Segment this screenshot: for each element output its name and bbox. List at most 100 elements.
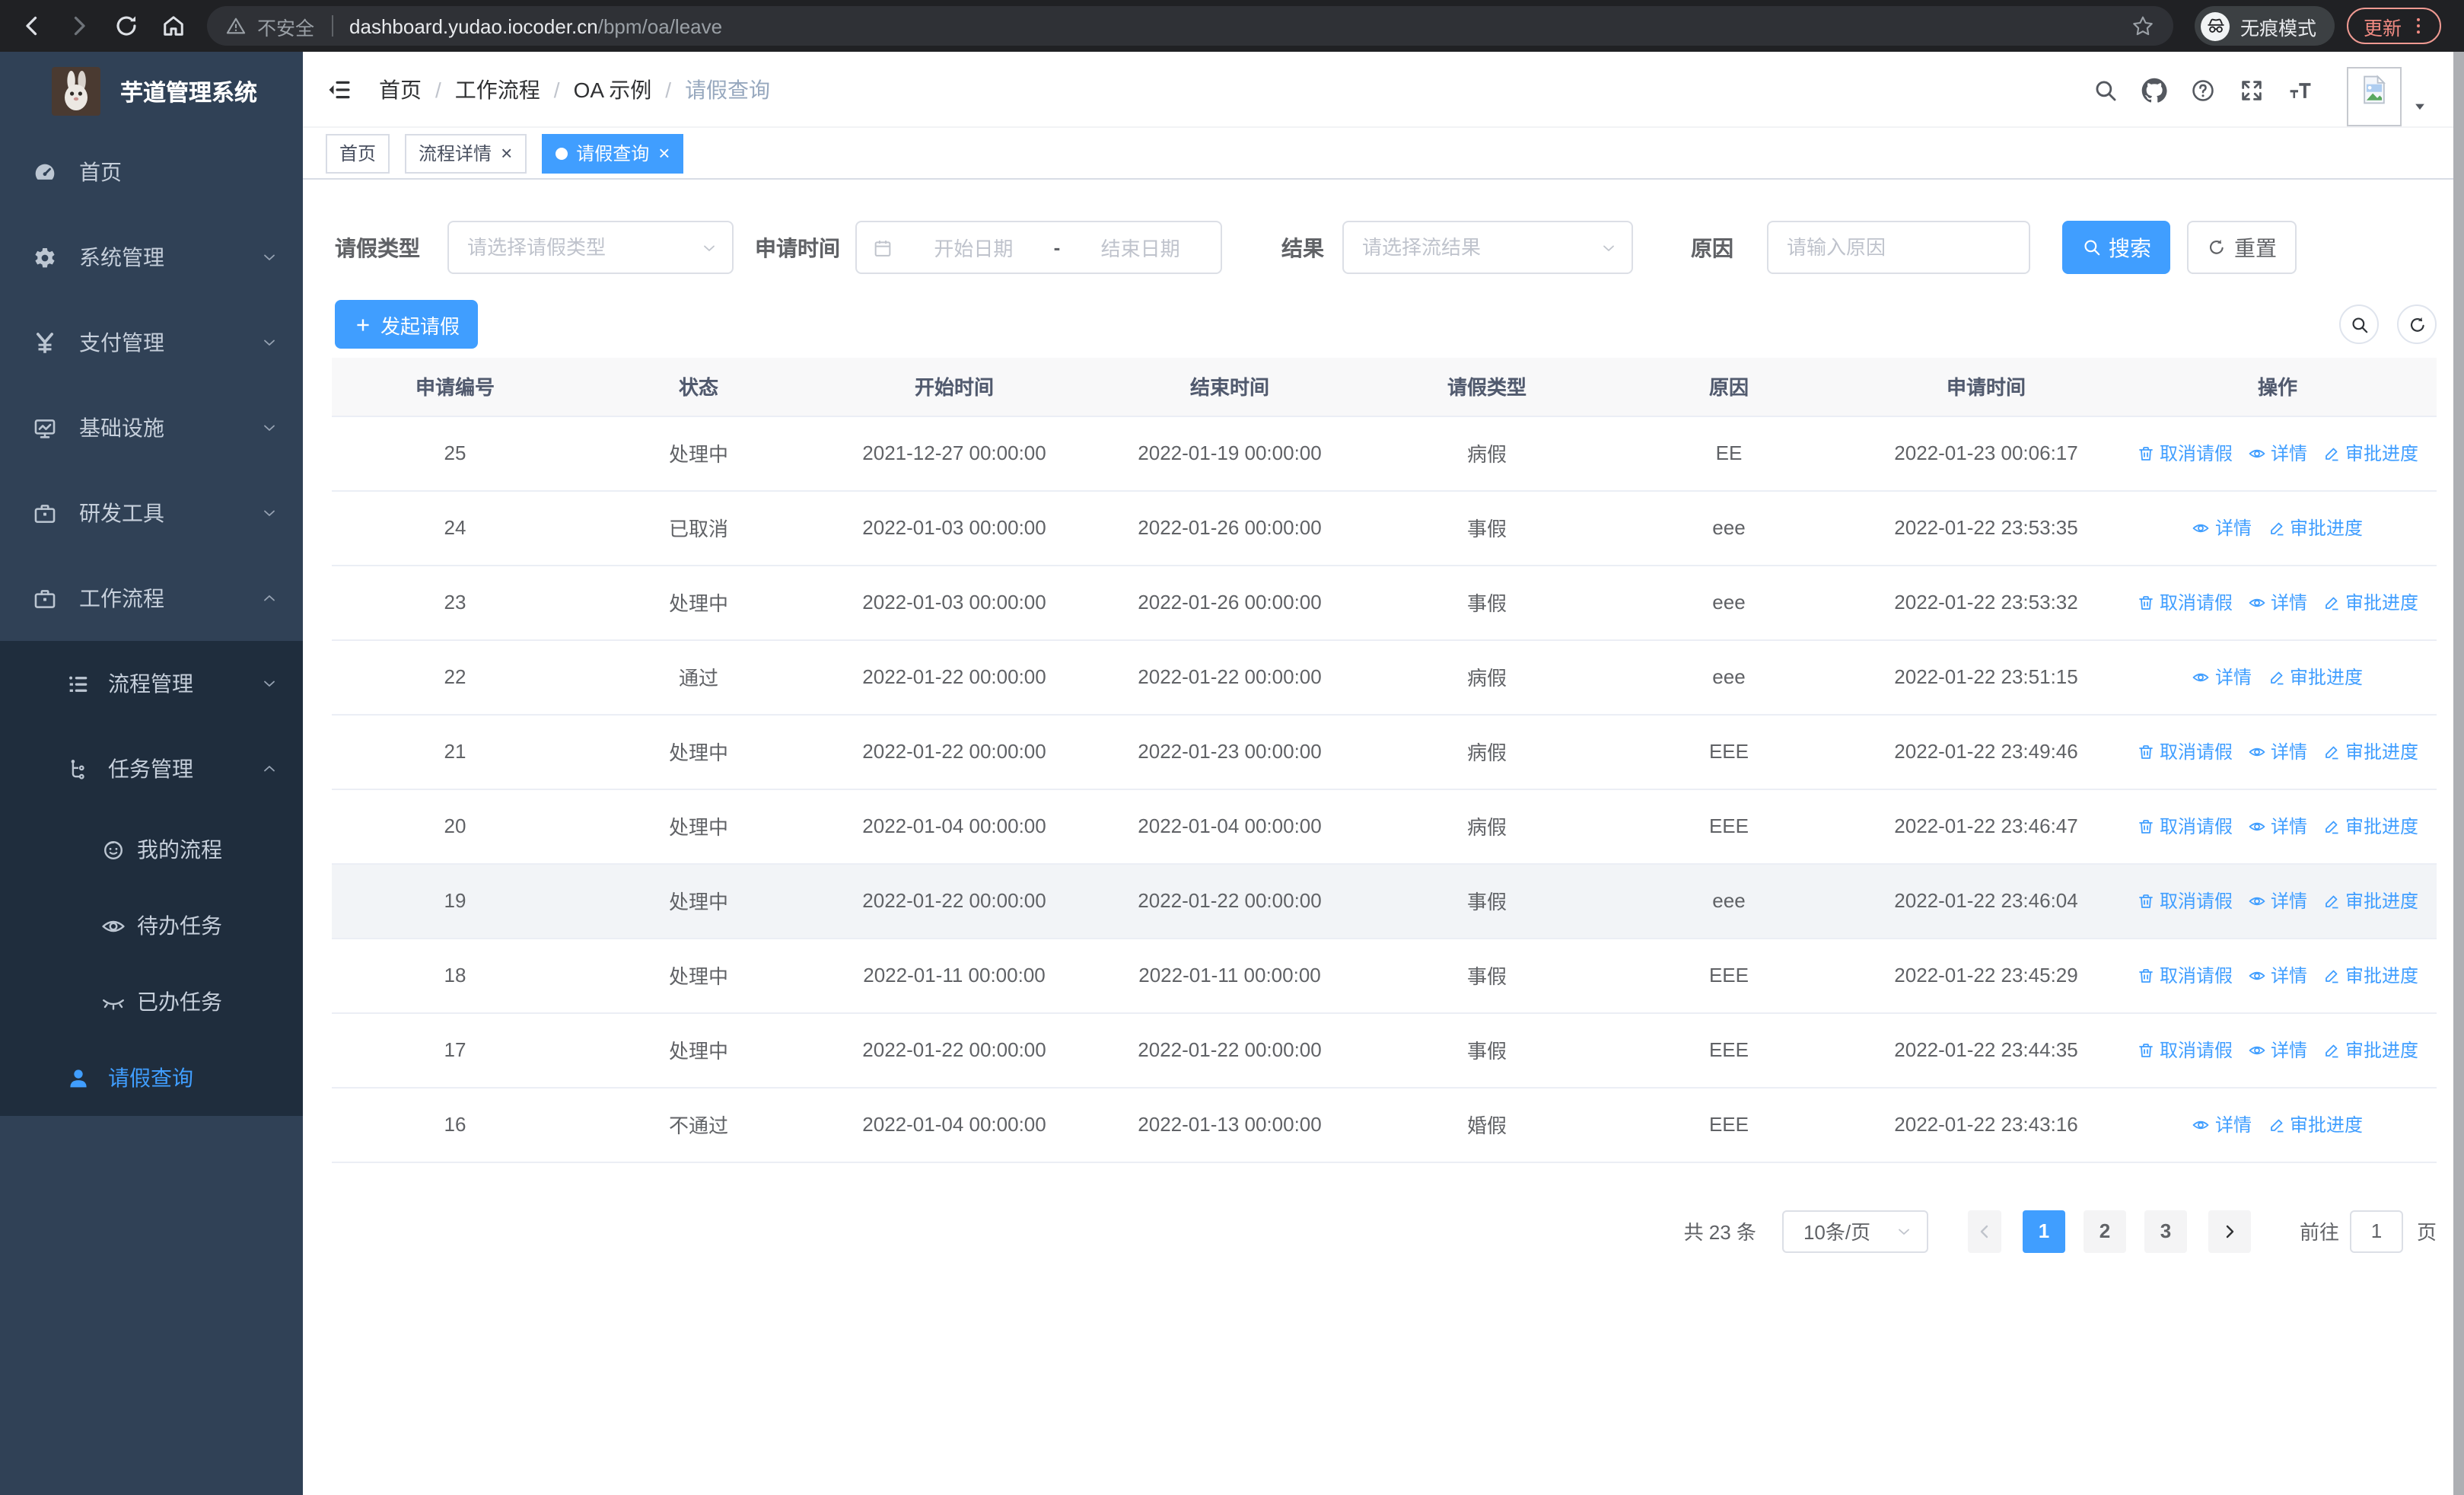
sidebar-item-待办任务[interactable]: 待办任务 <box>0 888 303 964</box>
action-detail-link[interactable]: 详情 <box>2248 738 2307 764</box>
address-bar[interactable]: 不安全 dashboard.yudao.iocoder.cn/bpm/oa/le… <box>207 6 2173 46</box>
action-detail-link[interactable]: 详情 <box>2192 515 2252 540</box>
tab-流程详情[interactable]: 流程详情 × <box>405 133 527 173</box>
close-icon[interactable]: × <box>658 143 670 163</box>
action-detail-link[interactable]: 详情 <box>2248 813 2307 839</box>
prev-page-button[interactable] <box>1967 1210 2001 1252</box>
breadcrumb-item-工作流程[interactable]: 工作流程 <box>455 75 540 105</box>
font-size-icon[interactable] <box>2287 77 2313 103</box>
sidebar-item-基础设施[interactable]: 基础设施 <box>0 385 303 470</box>
action-progress-link[interactable]: 审批进度 <box>2322 813 2418 839</box>
github-icon[interactable] <box>2141 77 2167 103</box>
action-progress-link[interactable]: 审批进度 <box>2322 962 2418 988</box>
fullscreen-icon[interactable] <box>2239 77 2265 103</box>
chevron-down-icon <box>260 504 279 522</box>
bookmark-star-icon[interactable] <box>2131 14 2155 38</box>
toggle-search-button[interactable] <box>2339 304 2379 344</box>
action-cancel-link[interactable]: 取消请假 <box>2137 888 2233 913</box>
task-icon <box>65 756 91 782</box>
sidebar-item-流程管理[interactable]: 流程管理 <box>0 641 303 726</box>
reset-button[interactable]: 重置 <box>2187 221 2297 274</box>
search-icon[interactable] <box>2093 77 2119 103</box>
user-avatar[interactable] <box>2347 66 2402 126</box>
browser-forward-icon[interactable] <box>65 12 93 40</box>
cell-id: 21 <box>332 714 578 789</box>
browser-window: 不安全 dashboard.yudao.iocoder.cn/bpm/oa/le… <box>0 0 2464 1495</box>
start-date-placeholder[interactable]: 开始日期 <box>893 233 1054 262</box>
action-progress-link[interactable]: 审批进度 <box>2322 440 2418 466</box>
action-cancel-link[interactable]: 取消请假 <box>2137 962 2233 988</box>
action-detail-link[interactable]: 详情 <box>2248 962 2307 988</box>
goto-label: 前往 <box>2299 1221 2339 1244</box>
page-size-select[interactable]: 10条/页 <box>1781 1210 1928 1252</box>
action-progress-link[interactable]: 审批进度 <box>2322 1037 2418 1063</box>
app-logo-row[interactable]: 芋道管理系统 <box>52 65 303 117</box>
breadcrumb: 首页 / 工作流程 / OA 示例 / 请假查询 <box>379 52 770 128</box>
action-progress-link[interactable]: 审批进度 <box>2267 515 2363 540</box>
action-progress-link[interactable]: 审批进度 <box>2267 664 2363 690</box>
sidebar-item-请假查询[interactable]: 请假查询 <box>0 1040 303 1116</box>
sidebar-item-系统管理[interactable]: 系统管理 <box>0 215 303 300</box>
browser-back-icon[interactable] <box>18 12 46 40</box>
action-cancel-link[interactable]: 取消请假 <box>2137 589 2233 615</box>
action-detail-link[interactable]: 详情 <box>2192 1111 2252 1137</box>
close-icon[interactable]: × <box>501 143 512 163</box>
action-cancel-link[interactable]: 取消请假 <box>2137 813 2233 839</box>
cell-status: 处理中 <box>578 789 819 864</box>
page-button-2[interactable]: 2 <box>2083 1210 2126 1252</box>
action-cancel-link[interactable]: 取消请假 <box>2137 1037 2233 1063</box>
action-detail-link[interactable]: 详情 <box>2248 888 2307 913</box>
action-cancel-link[interactable]: 取消请假 <box>2137 440 2233 466</box>
action-progress-link[interactable]: 审批进度 <box>2322 589 2418 615</box>
result-select[interactable] <box>1342 221 1633 274</box>
tags-view-bar: 首页 流程详情 × 请假查询 × <box>303 128 2464 180</box>
sidebar-item-研发工具[interactable]: 研发工具 <box>0 470 303 556</box>
next-page-button[interactable] <box>2208 1210 2251 1252</box>
sidebar-item-支付管理[interactable]: 支付管理 <box>0 300 303 385</box>
action-detail-link[interactable]: 详情 <box>2248 589 2307 615</box>
browser-menu-dots-icon[interactable] <box>2408 15 2429 37</box>
action-progress-link[interactable]: 审批进度 <box>2322 738 2418 764</box>
apply-time-label: 申请时间 <box>755 235 840 260</box>
create-leave-button[interactable]: 发起请假 <box>335 300 479 349</box>
action-progress-link[interactable]: 审批进度 <box>2322 888 2418 913</box>
action-detail-link[interactable]: 详情 <box>2248 440 2307 466</box>
sidebar-item-首页[interactable]: 首页 <box>0 129 303 215</box>
cell-applied: 2022-01-22 23:43:16 <box>1854 1087 2119 1162</box>
sidebar-item-我的流程[interactable]: 我的流程 <box>0 811 303 888</box>
help-icon[interactable] <box>2190 77 2216 103</box>
result-select-input[interactable] <box>1344 236 1632 259</box>
leave-type-select-input[interactable] <box>449 236 732 259</box>
browser-reload-icon[interactable] <box>113 12 140 40</box>
leave-type-select[interactable] <box>447 221 734 274</box>
refresh-table-button[interactable] <box>2397 304 2437 344</box>
action-detail-link[interactable]: 详情 <box>2192 664 2252 690</box>
sidebar-collapse-icon[interactable] <box>326 76 353 104</box>
sidebar-item-任务管理[interactable]: 任务管理 <box>0 726 303 811</box>
goto-page-input[interactable] <box>2349 1210 2403 1252</box>
table-row: 20 处理中 2022-01-04 00:00:00 2022-01-04 00:00… <box>332 789 2437 864</box>
page-button-3[interactable]: 3 <box>2144 1210 2187 1252</box>
action-cancel-link[interactable]: 取消请假 <box>2137 738 2233 764</box>
breadcrumb-item-首页[interactable]: 首页 <box>379 75 422 105</box>
page-button-1[interactable]: 1 <box>2022 1210 2065 1252</box>
breadcrumb-item-OA 示例[interactable]: OA 示例 <box>574 75 652 105</box>
browser-home-icon[interactable] <box>160 12 187 40</box>
cell-reason: EEE <box>1604 938 1854 1013</box>
browser-update-button[interactable]: 更新 <box>2347 8 2442 44</box>
reason-input-box[interactable] <box>1767 221 2030 274</box>
trash-icon <box>2137 817 2155 835</box>
sidebar-item-工作流程[interactable]: 工作流程 <box>0 556 303 641</box>
cell-applied: 2022-01-22 23:49:46 <box>1854 714 2119 789</box>
end-date-placeholder[interactable]: 结束日期 <box>1060 233 1221 262</box>
apply-time-range-picker[interactable]: 开始日期 - 结束日期 <box>855 221 1222 274</box>
sidebar-item-已办任务[interactable]: 已办任务 <box>0 964 303 1040</box>
avatar-caret-down-icon[interactable] <box>2412 99 2427 114</box>
action-detail-link[interactable]: 详情 <box>2248 1037 2307 1063</box>
search-button[interactable]: 搜索 <box>2062 221 2170 274</box>
tab-首页[interactable]: 首页 <box>326 133 390 173</box>
reason-input[interactable] <box>1768 236 2029 259</box>
action-progress-link[interactable]: 审批进度 <box>2267 1111 2363 1137</box>
tab-请假查询[interactable]: 请假查询 × <box>541 133 684 173</box>
scrollbar[interactable] <box>2453 52 2464 1495</box>
